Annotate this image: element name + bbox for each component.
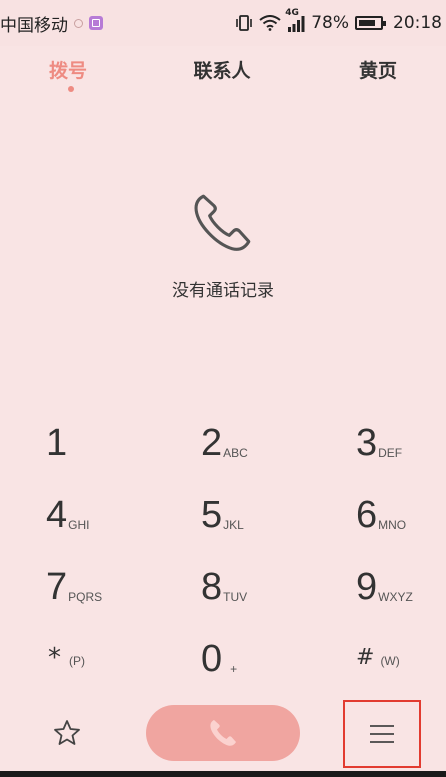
active-tab-indicator bbox=[68, 86, 74, 92]
dial-key-2[interactable]: 2 ABC bbox=[201, 424, 248, 462]
vibrate-icon bbox=[236, 15, 253, 31]
empty-call-log-text: 没有通话记录 bbox=[172, 281, 274, 301]
key-letters: + bbox=[230, 662, 238, 676]
dial-key-9[interactable]: 9 WXYZ bbox=[356, 568, 413, 606]
status-bar: 中国移动 4G 78% 20:18 bbox=[0, 0, 446, 46]
key-digit: 1 bbox=[46, 422, 68, 464]
battery-percent: 78% bbox=[311, 13, 349, 33]
dial-key-3[interactable]: 3 DEF bbox=[356, 424, 402, 462]
key-letters: JKL bbox=[223, 518, 244, 532]
phone-icon bbox=[210, 720, 236, 746]
tab-bar: 拨号 联系人 黄页 bbox=[0, 46, 446, 100]
key-digit: 6 bbox=[356, 494, 378, 536]
dial-key-0[interactable]: 0 + bbox=[201, 640, 237, 678]
key-digit: 0 bbox=[201, 638, 223, 680]
dial-key-1[interactable]: 1 bbox=[46, 424, 68, 462]
key-letters: (W) bbox=[380, 654, 400, 668]
key-digit: 4 bbox=[46, 494, 68, 536]
signal-bars-icon bbox=[288, 16, 305, 32]
dial-key-hash[interactable]: # (W) bbox=[356, 644, 400, 672]
gallery-notification-icon bbox=[89, 16, 103, 30]
dial-key-6[interactable]: 6 MNO bbox=[356, 496, 406, 534]
dial-key-7[interactable]: 7 PQRS bbox=[46, 568, 102, 606]
notification-dot-icon bbox=[74, 18, 83, 28]
battery-icon bbox=[355, 16, 386, 30]
key-digit: 8 bbox=[201, 566, 223, 608]
key-digit: 7 bbox=[46, 566, 68, 608]
key-digit: * bbox=[48, 643, 61, 673]
tab-dialer[interactable]: 拨号 bbox=[49, 56, 87, 83]
key-digit: 2 bbox=[201, 422, 223, 464]
battery-fill bbox=[359, 20, 375, 26]
carrier-label: 中国移动 bbox=[0, 15, 68, 36]
dial-key-4[interactable]: 4 GHI bbox=[46, 496, 89, 534]
menu-icon bbox=[370, 725, 394, 743]
key-digit: # bbox=[356, 645, 375, 670]
key-letters: ABC bbox=[223, 446, 248, 460]
network-type-label: 4G bbox=[285, 8, 299, 18]
clock: 20:18 bbox=[393, 13, 442, 33]
key-letters: MNO bbox=[378, 518, 407, 532]
call-button[interactable] bbox=[146, 705, 300, 761]
key-digit: 9 bbox=[356, 566, 378, 608]
key-digit: 3 bbox=[356, 422, 378, 464]
key-letters: PQRS bbox=[68, 590, 103, 604]
screen-bottom-edge bbox=[0, 771, 446, 777]
key-letters: TUV bbox=[223, 590, 248, 604]
key-letters: WXYZ bbox=[378, 590, 413, 604]
key-letters: DEF bbox=[378, 446, 403, 460]
dial-key-star[interactable]: * (P) bbox=[48, 644, 85, 672]
wifi-icon bbox=[259, 15, 281, 31]
tab-yellow-pages[interactable]: 黄页 bbox=[359, 56, 397, 83]
star-icon[interactable] bbox=[52, 718, 82, 748]
phone-handset-icon bbox=[194, 194, 251, 251]
menu-button[interactable] bbox=[343, 700, 421, 768]
key-letters: (P) bbox=[69, 654, 85, 668]
dial-key-5[interactable]: 5 JKL bbox=[201, 496, 244, 534]
tab-contacts[interactable]: 联系人 bbox=[193, 56, 250, 83]
key-digit: 5 bbox=[201, 494, 223, 536]
signal-indicator: 4G bbox=[285, 8, 305, 32]
dial-key-8[interactable]: 8 TUV bbox=[201, 568, 247, 606]
key-letters: GHI bbox=[68, 518, 90, 532]
